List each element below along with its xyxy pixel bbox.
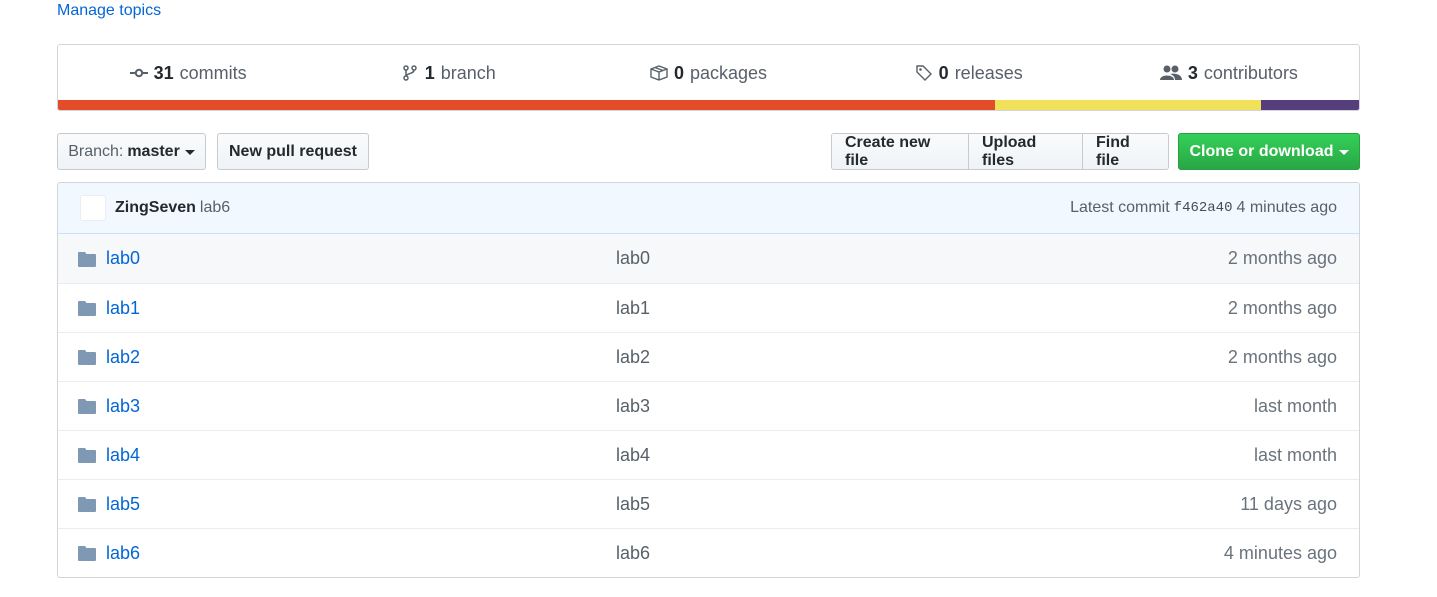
file-age: 11 days ago bbox=[1240, 493, 1337, 514]
manage-topics-link[interactable]: Manage topics bbox=[57, 2, 161, 20]
file-name-link[interactable]: lab3 bbox=[106, 396, 616, 417]
file-name-link[interactable]: lab0 bbox=[106, 248, 616, 269]
table-row: lab6 lab6 4 minutes ago bbox=[58, 528, 1359, 577]
folder-icon bbox=[78, 448, 96, 463]
tag-icon bbox=[915, 65, 932, 81]
packages-label: packages bbox=[689, 62, 768, 83]
contributors-count: 3 bbox=[1187, 62, 1198, 83]
find-file-button[interactable]: Find file bbox=[1082, 134, 1168, 169]
latest-commit-bar: ZingSeven lab6 Latest commit f462a40 4 m… bbox=[58, 183, 1359, 234]
file-actions-group: Create new file Upload files Find file bbox=[831, 133, 1169, 170]
branch-count: 1 bbox=[424, 62, 435, 83]
file-age: 4 minutes ago bbox=[1223, 542, 1337, 563]
file-name-link[interactable]: lab5 bbox=[106, 494, 616, 515]
chevron-down-icon bbox=[184, 150, 195, 155]
commit-age: 4 minutes ago bbox=[1236, 199, 1337, 216]
table-row: lab0 lab0 2 months ago bbox=[58, 234, 1359, 283]
new-pull-request-button[interactable]: New pull request bbox=[217, 133, 369, 170]
new-pull-request-label: New pull request bbox=[228, 142, 358, 160]
commits-link[interactable]: 31 commits bbox=[58, 63, 318, 84]
commits-count: 31 bbox=[153, 62, 174, 83]
create-new-file-button[interactable]: Create new file bbox=[832, 134, 968, 169]
table-row: lab4 lab4 last month bbox=[58, 430, 1359, 479]
commit-message[interactable]: lab6 bbox=[200, 199, 230, 217]
branch-prefix: Branch: bbox=[68, 142, 124, 160]
repo-summary: 31 commits 1 branch 0 packages 0 release… bbox=[57, 44, 1360, 111]
releases-count: 0 bbox=[938, 62, 949, 83]
folder-icon bbox=[78, 251, 96, 267]
file-commit-message[interactable]: lab5 bbox=[616, 494, 1240, 515]
branch-select-button[interactable]: Branch: master bbox=[57, 133, 206, 170]
file-age: 2 months ago bbox=[1227, 248, 1337, 268]
packages-count: 0 bbox=[673, 62, 684, 83]
people-icon bbox=[1159, 65, 1182, 80]
file-age: last month bbox=[1253, 444, 1337, 465]
file-commit-message[interactable]: lab3 bbox=[616, 396, 1254, 417]
file-list: ZingSeven lab6 Latest commit f462a40 4 m… bbox=[57, 182, 1360, 578]
file-commit-message[interactable]: lab2 bbox=[616, 347, 1228, 368]
commit-icon bbox=[129, 68, 148, 78]
language-segment[interactable] bbox=[994, 100, 1262, 110]
file-age: 2 months ago bbox=[1227, 297, 1337, 318]
language-segment[interactable] bbox=[1261, 100, 1359, 110]
branch-label: branch bbox=[440, 62, 496, 83]
clone-or-download-button[interactable]: Clone or download bbox=[1178, 133, 1360, 170]
latest-commit-label: Latest commit bbox=[1070, 199, 1170, 216]
branch-icon bbox=[403, 65, 417, 81]
avatar[interactable] bbox=[80, 195, 106, 221]
file-name-link[interactable]: lab4 bbox=[106, 445, 616, 466]
language-segment[interactable] bbox=[58, 100, 995, 110]
folder-icon bbox=[78, 350, 96, 365]
commit-sha[interactable]: f462a40 bbox=[1174, 200, 1233, 216]
table-row: lab2 lab2 2 months ago bbox=[58, 332, 1359, 381]
table-row: lab1 lab1 2 months ago bbox=[58, 283, 1359, 332]
file-commit-message[interactable]: lab6 bbox=[616, 543, 1224, 564]
folder-icon bbox=[78, 301, 96, 316]
table-row: lab3 lab3 last month bbox=[58, 381, 1359, 430]
clone-or-download-label: Clone or download bbox=[1189, 142, 1334, 160]
packages-link[interactable]: 0 packages bbox=[578, 63, 838, 84]
upload-files-button[interactable]: Upload files bbox=[968, 134, 1082, 169]
folder-icon bbox=[78, 497, 96, 512]
branch-link[interactable]: 1 branch bbox=[318, 63, 578, 84]
contributors-link[interactable]: 3 contributors bbox=[1099, 63, 1359, 84]
releases-label: releases bbox=[954, 62, 1023, 83]
commit-author[interactable]: ZingSeven bbox=[115, 199, 196, 217]
file-name-link[interactable]: lab2 bbox=[106, 347, 616, 368]
commits-label: commits bbox=[179, 62, 247, 83]
file-name-link[interactable]: lab6 bbox=[106, 543, 616, 564]
package-icon bbox=[650, 65, 668, 81]
file-name-link[interactable]: lab1 bbox=[106, 298, 616, 319]
table-row: lab5 lab5 11 days ago bbox=[58, 479, 1359, 528]
folder-icon bbox=[78, 546, 96, 561]
branch-name: master bbox=[127, 142, 180, 160]
language-bar[interactable] bbox=[58, 100, 1359, 110]
file-navigation: Branch: master New pull request Create n… bbox=[57, 133, 1360, 170]
file-commit-message[interactable]: lab4 bbox=[616, 445, 1254, 466]
releases-link[interactable]: 0 releases bbox=[839, 63, 1099, 84]
chevron-down-icon bbox=[1338, 150, 1349, 155]
file-commit-message[interactable]: lab1 bbox=[616, 298, 1228, 319]
file-rows: lab0 lab0 2 months ago lab1 lab1 2 month… bbox=[58, 234, 1359, 577]
file-age: last month bbox=[1253, 395, 1337, 416]
folder-icon bbox=[78, 399, 96, 414]
file-age: 2 months ago bbox=[1227, 346, 1337, 367]
file-commit-message[interactable]: lab0 bbox=[616, 248, 1228, 269]
contributors-label: contributors bbox=[1203, 62, 1298, 83]
